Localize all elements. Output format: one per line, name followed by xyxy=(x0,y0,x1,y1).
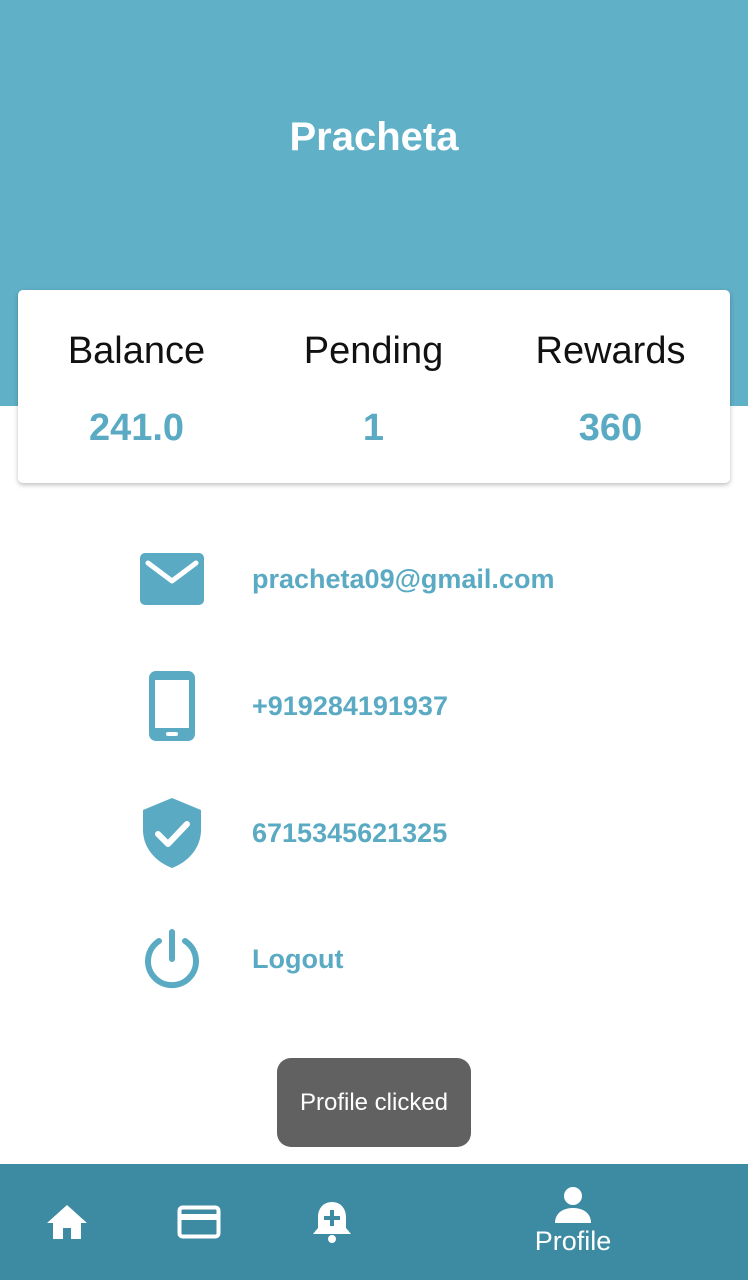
rewards-label: Rewards xyxy=(535,330,686,372)
email-row: pracheta09@gmail.com xyxy=(0,539,748,619)
stats-card: Balance 241.0 Pending 1 Rewards 360 xyxy=(18,290,730,483)
pending-stat: Pending 1 xyxy=(255,290,492,483)
phone-row: +919284191937 xyxy=(0,666,748,746)
balance-value: 241.0 xyxy=(88,407,185,449)
id-text: 6715345621325 xyxy=(252,818,448,848)
rewards-stat: Rewards 360 xyxy=(492,290,729,483)
card-icon xyxy=(177,1205,221,1239)
user-name: Pracheta xyxy=(289,115,459,159)
power-icon[interactable] xyxy=(136,919,208,999)
balance-stat: Balance 241.0 xyxy=(18,290,255,483)
nav-profile[interactable]: Profile xyxy=(513,1164,633,1280)
email-text: pracheta09@gmail.com xyxy=(252,564,555,594)
nav-home[interactable] xyxy=(27,1164,107,1280)
verified-shield-icon xyxy=(136,793,208,873)
nav-notifications[interactable] xyxy=(292,1164,372,1280)
toast-message: Profile clicked xyxy=(277,1058,471,1147)
bell-plus-icon xyxy=(313,1202,351,1243)
home-icon xyxy=(47,1205,87,1239)
pending-value: 1 xyxy=(362,407,385,449)
bottom-navigation: Profile xyxy=(0,1164,748,1280)
nav-profile-label: Profile xyxy=(534,1226,612,1256)
mail-icon xyxy=(136,539,208,619)
pending-label: Pending xyxy=(303,330,444,372)
phone-text: +919284191937 xyxy=(252,691,448,721)
nav-cards[interactable] xyxy=(159,1164,239,1280)
person-icon xyxy=(555,1187,591,1223)
logout-button[interactable]: Logout xyxy=(252,919,343,999)
balance-label: Balance xyxy=(67,330,206,372)
id-row: 6715345621325 xyxy=(0,793,748,873)
logout-row[interactable]: Logout xyxy=(0,919,748,999)
rewards-value: 360 xyxy=(578,407,643,449)
phone-icon xyxy=(136,666,208,746)
